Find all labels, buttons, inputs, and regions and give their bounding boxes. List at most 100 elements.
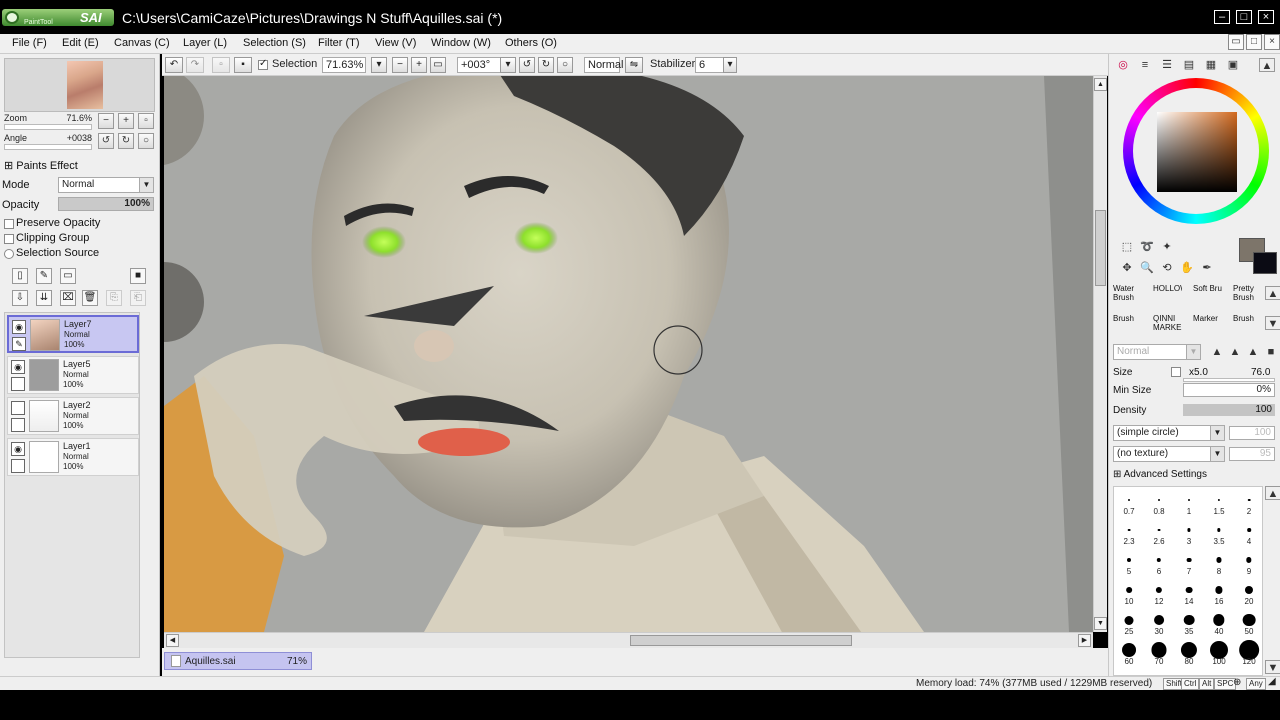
layer-item-layer5[interactable]: ◉ Layer5 Normal 100% — [7, 356, 139, 394]
brush-brush[interactable]: Brush — [1113, 314, 1142, 342]
brush-shape-square-icon[interactable]: ■ — [1263, 345, 1279, 359]
brush-pretty[interactable]: Pretty Brush — [1233, 284, 1262, 312]
new-linework-layer-icon[interactable]: ✎ — [36, 268, 52, 284]
brush-size-preset[interactable]: 50 — [1234, 607, 1264, 637]
stabilizer-dropdown-icon[interactable]: ▾ — [723, 57, 737, 73]
transfer-down-icon[interactable]: ⇩ — [12, 290, 28, 306]
brush-size-preset[interactable]: 5 — [1114, 547, 1144, 577]
texture-strength-field[interactable]: 95 — [1229, 447, 1275, 461]
zoom-in-icon[interactable]: + — [411, 57, 427, 73]
layer-item-layer2[interactable]: ◉ Layer2 Normal 100% — [7, 397, 139, 435]
brush-water[interactable]: Water Brush — [1113, 284, 1142, 312]
brush-size-preset[interactable]: 20 — [1234, 577, 1264, 607]
brush-size-preset[interactable]: 16 — [1204, 577, 1234, 607]
menu-window[interactable]: Window (W) — [431, 37, 491, 49]
layer-opacity-slider[interactable]: 100% — [58, 197, 154, 211]
menu-canvas[interactable]: Canvas (C) — [114, 37, 170, 49]
brush-size-preset[interactable]: 60 — [1114, 637, 1144, 667]
visibility-eye-icon[interactable]: ◉ — [12, 320, 26, 334]
rotate-left-button[interactable]: ↺ — [98, 133, 114, 149]
minimize-window-button[interactable]: – — [1214, 10, 1230, 24]
brush-size-preset[interactable]: 14 — [1174, 577, 1204, 607]
size-mult-checkbox[interactable] — [1171, 367, 1181, 377]
layer-item-layer1[interactable]: ◉ Layer1 Normal 100% — [7, 438, 139, 476]
doc-close-button[interactable]: × — [1264, 34, 1280, 50]
deselect-button[interactable]: ▫ — [212, 57, 230, 73]
swatches-tab-icon[interactable]: ▦ — [1203, 58, 1219, 72]
rotate-right-button[interactable]: ↻ — [118, 133, 134, 149]
menu-edit[interactable]: Edit (E) — [62, 37, 99, 49]
rotate-cw-icon[interactable]: ↻ — [538, 57, 554, 73]
hsv-sliders-tab-icon[interactable]: ☰ — [1159, 58, 1175, 72]
new-layer-icon[interactable]: ▯ — [12, 268, 28, 284]
zoom-out-button[interactable]: − — [98, 113, 114, 129]
blend-mode-field[interactable]: Normal — [584, 57, 623, 73]
angle-slider[interactable] — [4, 144, 92, 150]
brush-size-preset[interactable]: 2.3 — [1114, 517, 1144, 547]
brush-marker[interactable]: Marker — [1193, 314, 1222, 342]
brush-size-preset[interactable]: 9 — [1234, 547, 1264, 577]
brush-size-preset[interactable]: 8 — [1204, 547, 1234, 577]
scroll-down-icon[interactable]: ▼ — [1094, 617, 1107, 630]
layer-item-layer7[interactable]: ◉ ✎ Layer7 Normal 100% — [7, 315, 139, 353]
panel-scroll-up-icon[interactable]: ▲ — [1259, 58, 1275, 72]
brush-texture-select[interactable]: (no texture) ▼ — [1113, 446, 1225, 462]
visibility-eye-icon[interactable]: ◉ — [11, 401, 25, 415]
shape-strength-field[interactable]: 100 — [1229, 426, 1275, 440]
brush-size-preset[interactable]: 35 — [1174, 607, 1204, 637]
brush-size-preset[interactable]: 4 — [1234, 517, 1264, 547]
rgb-sliders-tab-icon[interactable]: ≡ — [1137, 58, 1153, 72]
layer-lock-icon[interactable] — [11, 377, 25, 391]
rotate-tool-icon[interactable]: ⟲ — [1159, 261, 1175, 275]
brush-size-preset[interactable]: 100 — [1204, 637, 1234, 667]
menu-filter[interactable]: Filter (T) — [318, 37, 360, 49]
rotation-field[interactable]: +003° — [457, 57, 501, 73]
drawing-canvas[interactable] — [164, 76, 1093, 632]
brush-size-preset[interactable]: 25 — [1114, 607, 1144, 637]
brush-size-preset[interactable]: 2 — [1234, 487, 1264, 517]
brush-qinni-marker[interactable]: QINNI MARKER — [1153, 314, 1182, 342]
zoom-out-icon[interactable]: − — [392, 57, 408, 73]
rotation-dropdown-icon[interactable]: ▾ — [500, 57, 516, 73]
eyedropper-tool-icon[interactable]: ✒ — [1199, 261, 1215, 275]
menu-selection[interactable]: Selection (S) — [243, 37, 306, 49]
zoom-field[interactable]: 71.63% — [322, 57, 366, 73]
scratchpad-tab-icon[interactable]: ▣ — [1225, 58, 1241, 72]
layer-copy-icon[interactable]: ⎘ — [106, 290, 122, 306]
zoom-dropdown-icon[interactable]: ▾ — [371, 57, 387, 73]
layer-edit-icon[interactable]: ✎ — [12, 337, 26, 351]
presets-scroll-down-icon[interactable]: ▼ — [1265, 660, 1280, 674]
brush-size-preset[interactable]: 30 — [1144, 607, 1174, 637]
horizontal-scrollbar[interactable]: ◀ ▶ — [164, 632, 1093, 648]
brush-brush-2[interactable]: Brush — [1233, 314, 1262, 342]
advanced-settings-toggle[interactable]: ⊞ Advanced Settings — [1113, 469, 1207, 480]
brush-size-preset[interactable]: 40 — [1204, 607, 1234, 637]
min-size-field[interactable]: 0% — [1183, 383, 1275, 397]
brush-size-preset[interactable]: 12 — [1144, 577, 1174, 607]
brush-size-preset[interactable]: 0.8 — [1144, 487, 1174, 517]
selection-tool-icon[interactable]: ⬚ — [1119, 240, 1135, 254]
brush-shape-round-icon[interactable]: ▲ — [1227, 345, 1243, 359]
rotate-ccw-icon[interactable]: ↺ — [519, 57, 535, 73]
hand-tool-icon[interactable]: ✋ — [1179, 261, 1195, 275]
brush-scroll-down-icon[interactable]: ▼ — [1265, 316, 1280, 330]
secondary-color-swatch[interactable] — [1253, 252, 1277, 274]
delete-layer-icon[interactable]: 🗑 — [82, 290, 98, 306]
saturation-value-square[interactable] — [1157, 112, 1237, 192]
preserve-opacity-checkbox[interactable] — [4, 219, 14, 229]
brush-size-preset[interactable]: 120 — [1234, 637, 1264, 667]
size-slider[interactable] — [1183, 378, 1275, 382]
brush-blend-select[interactable]: Normal ▼ — [1113, 344, 1201, 360]
brush-shape-sharp-icon[interactable]: ▲ — [1245, 345, 1261, 359]
brush-soft[interactable]: Soft Bru — [1193, 284, 1222, 312]
presets-scroll-up-icon[interactable]: ▲ — [1265, 486, 1280, 500]
zoom-slider[interactable] — [4, 124, 92, 130]
zoom-tool-icon[interactable]: 🔍 — [1139, 261, 1155, 275]
selection-source-radio[interactable] — [4, 249, 14, 259]
doc-restore-button[interactable]: ▭ — [1228, 34, 1244, 50]
color-mixer-tab-icon[interactable]: ▤ — [1181, 58, 1197, 72]
magic-wand-tool-icon[interactable]: ✦ — [1159, 240, 1175, 254]
brush-size-preset[interactable]: 6 — [1144, 547, 1174, 577]
brush-hollow[interactable]: HOLLOW — [1153, 284, 1182, 312]
clear-layer-icon[interactable]: ⌧ — [60, 290, 76, 306]
